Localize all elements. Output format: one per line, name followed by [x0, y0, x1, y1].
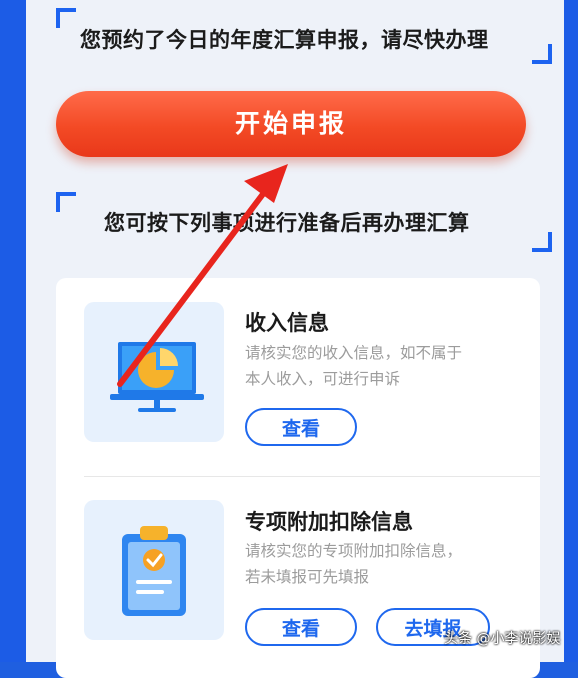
annotation-arrow-icon — [117, 164, 288, 387]
page: 您预约了今日的年度汇算申报，请尽快办理 开始申报 您可按下列事项进行准备后再办理… — [0, 0, 578, 678]
watermark: 头条 @小李说影娱 — [444, 631, 561, 647]
